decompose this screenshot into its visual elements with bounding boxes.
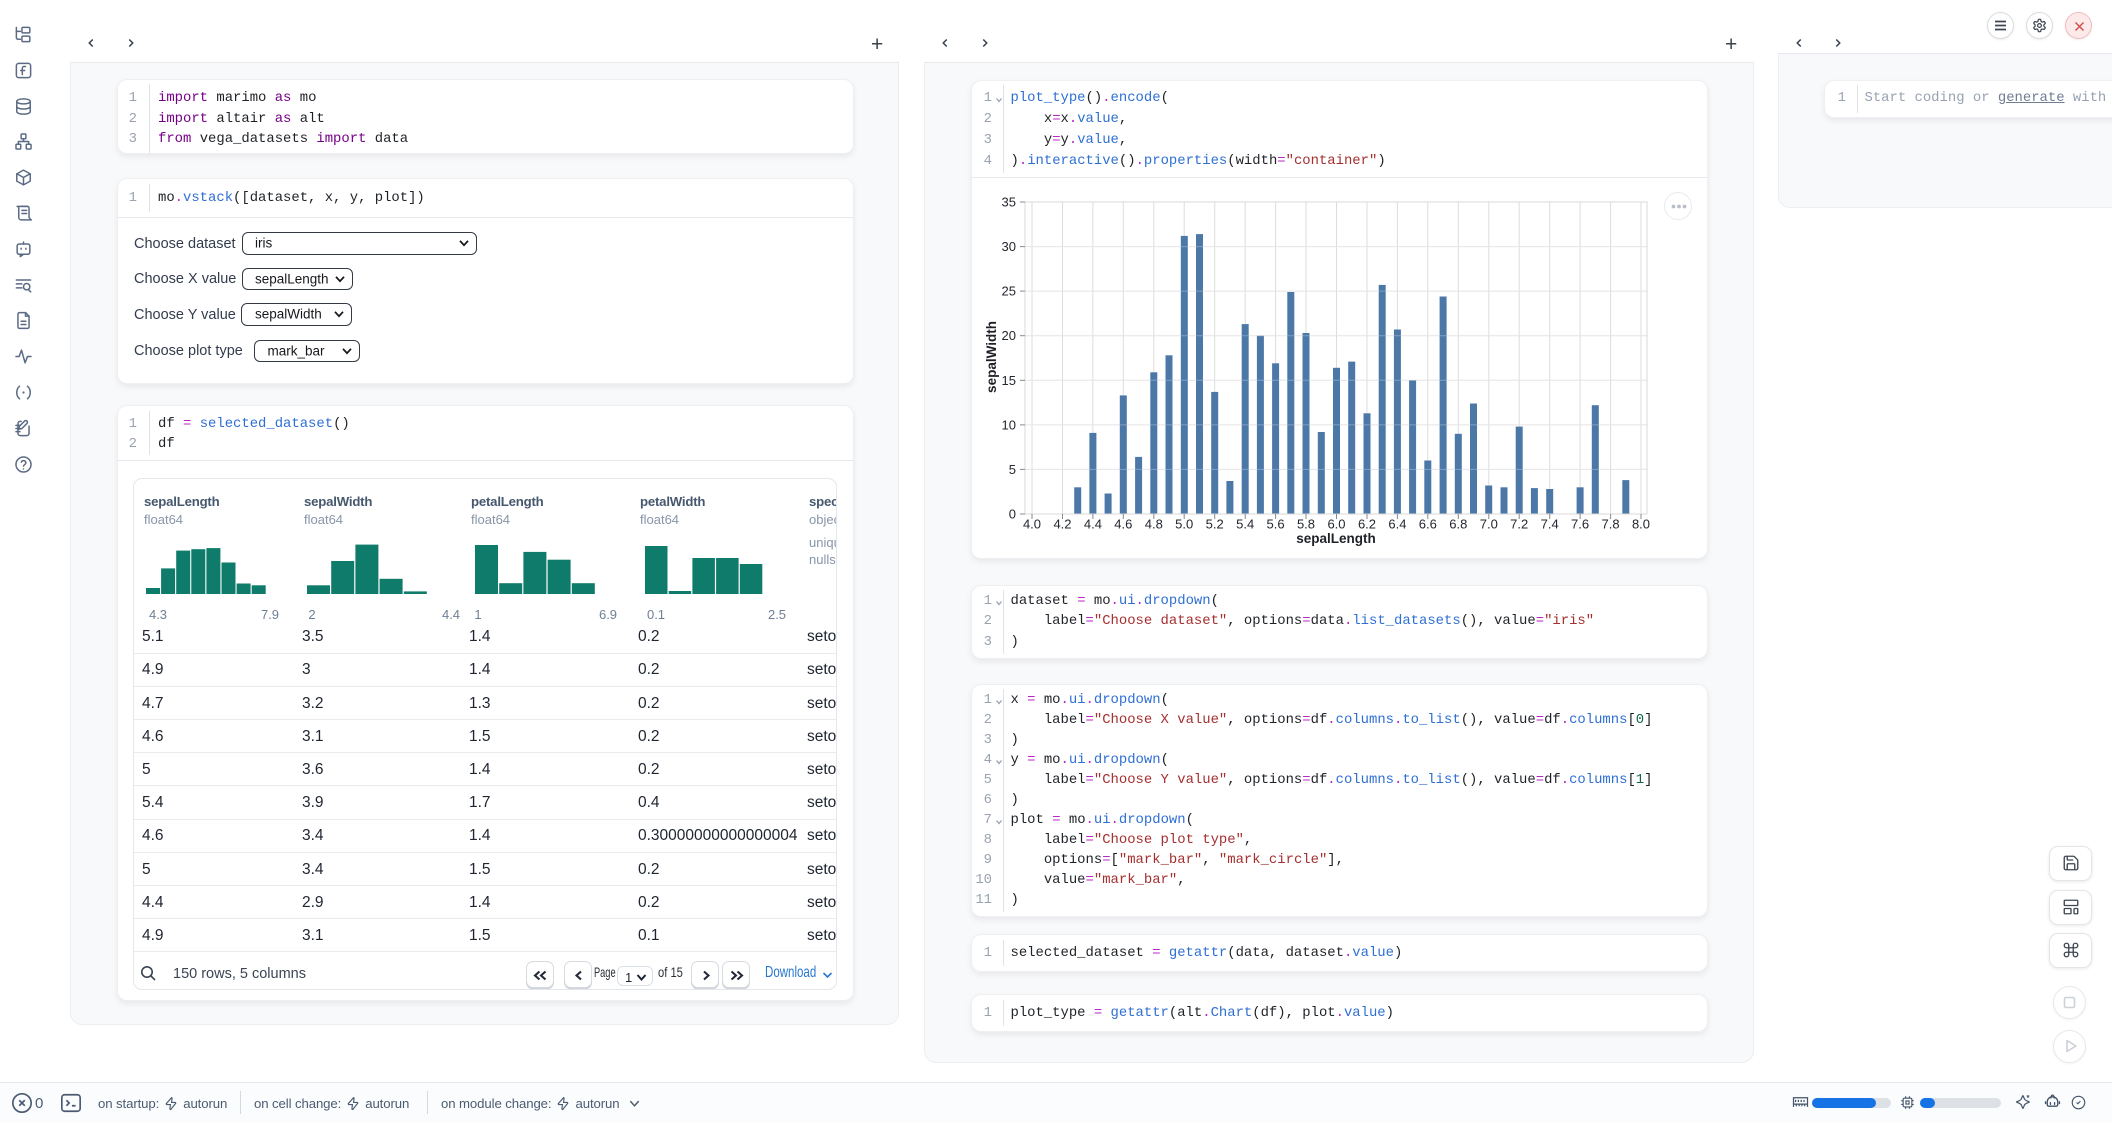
svg-text:5.0: 5.0 <box>1175 517 1193 532</box>
svg-text:6.0: 6.0 <box>1327 517 1345 532</box>
svg-text:4.6: 4.6 <box>1114 517 1132 532</box>
svg-text:10: 10 <box>1002 417 1016 432</box>
svg-text:7.4: 7.4 <box>1541 517 1559 532</box>
svg-text:5.8: 5.8 <box>1297 517 1315 532</box>
svg-text:6.8: 6.8 <box>1449 517 1467 532</box>
svg-text:5: 5 <box>1009 462 1016 477</box>
svg-text:5.4: 5.4 <box>1236 517 1254 532</box>
svg-text:7.2: 7.2 <box>1510 517 1528 532</box>
svg-text:7.6: 7.6 <box>1571 517 1589 532</box>
svg-text:4.0: 4.0 <box>1023 517 1041 532</box>
svg-text:4.8: 4.8 <box>1145 517 1163 532</box>
svg-text:30: 30 <box>1002 239 1016 254</box>
svg-text:6.2: 6.2 <box>1358 517 1376 532</box>
svg-text:15: 15 <box>1002 373 1016 388</box>
svg-text:7.8: 7.8 <box>1602 517 1620 532</box>
svg-text:4.4: 4.4 <box>1084 517 1102 532</box>
svg-text:20: 20 <box>1002 328 1016 343</box>
svg-text:25: 25 <box>1002 284 1016 299</box>
svg-text:6.4: 6.4 <box>1388 517 1406 532</box>
svg-text:4.2: 4.2 <box>1053 517 1071 532</box>
svg-text:sepalWidth: sepalWidth <box>984 321 999 393</box>
svg-text:sepalLength: sepalLength <box>1296 531 1376 546</box>
svg-text:5.6: 5.6 <box>1267 517 1285 532</box>
svg-text:5.2: 5.2 <box>1206 517 1224 532</box>
svg-text:6.6: 6.6 <box>1419 517 1437 532</box>
svg-text:0: 0 <box>1009 507 1016 522</box>
svg-text:8.0: 8.0 <box>1632 517 1650 532</box>
svg-text:7.0: 7.0 <box>1480 517 1498 532</box>
svg-text:35: 35 <box>1002 195 1016 210</box>
